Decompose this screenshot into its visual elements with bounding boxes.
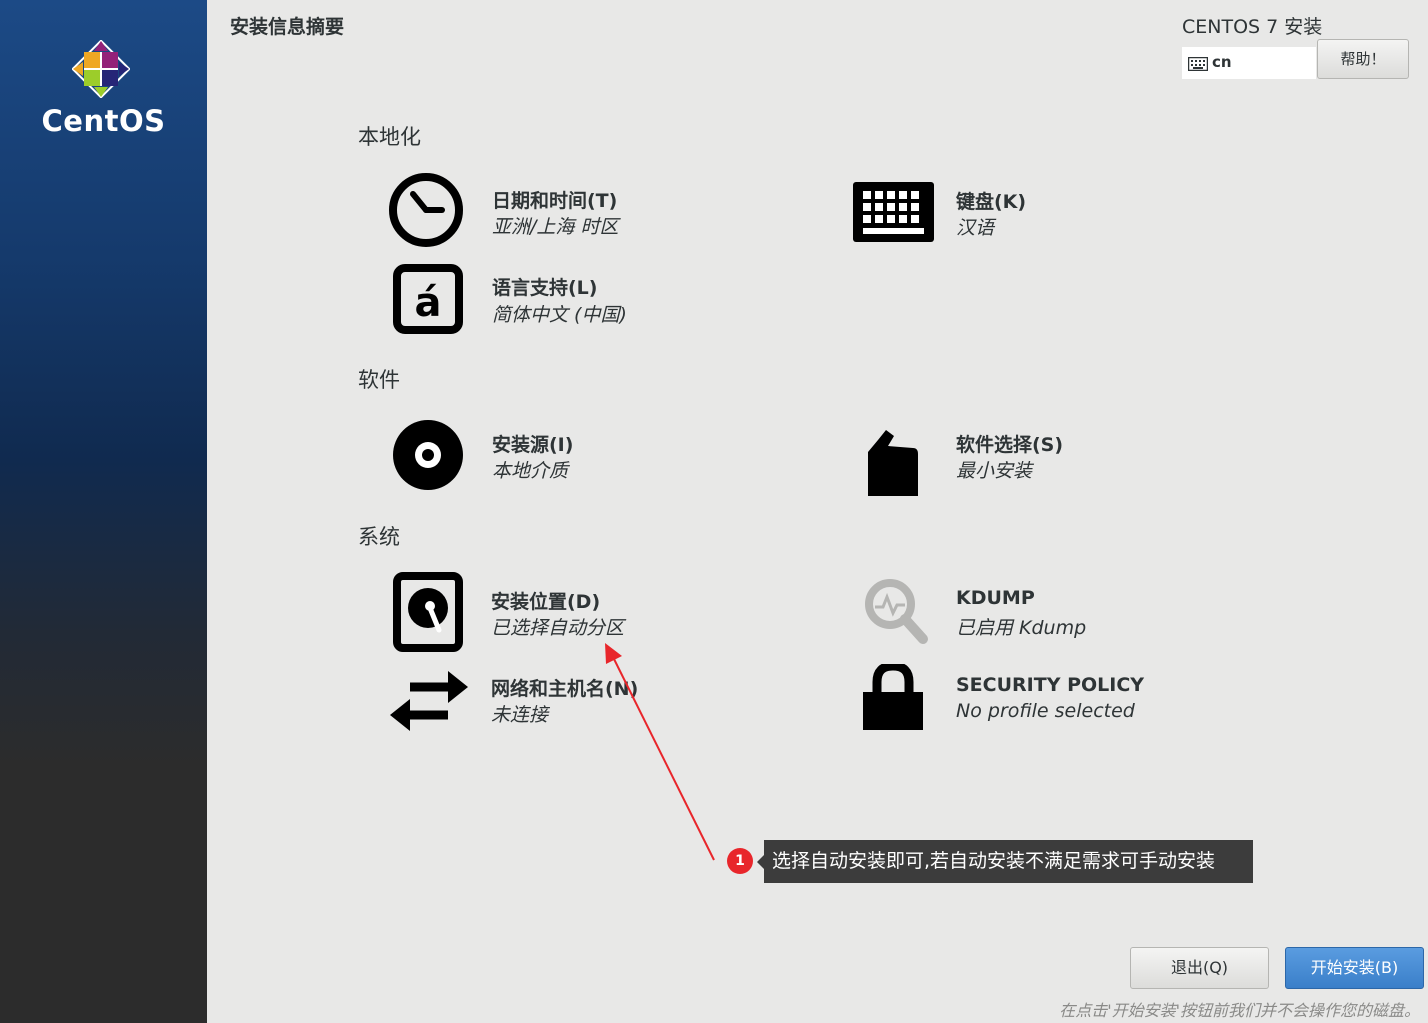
magnifier-icon [865, 579, 928, 644]
help-button[interactable]: 帮助！ [1317, 39, 1409, 79]
page-title: 安装信息摘要 [230, 16, 345, 38]
spoke-network-status: 未连接 [491, 704, 549, 726]
spoke-kdump-title: KDUMP [956, 587, 1035, 609]
category-software: 软件 [358, 368, 400, 392]
spoke-network-title: 网络和主机名(N) [491, 678, 639, 700]
spoke-language-status: 简体中文 (中国) [492, 304, 627, 326]
category-localization: 本地化 [358, 125, 421, 149]
spoke-source-status: 本地介质 [492, 460, 569, 482]
language-icon: á [393, 264, 463, 334]
spoke-security-status: No profile selected [956, 700, 1135, 722]
disc-icon [393, 420, 463, 490]
footer-warning: 在点击'开始安装'按钮前我们并不会操作您的磁盘。 [1059, 1001, 1420, 1020]
spoke-source-title: 安装源(I) [492, 434, 574, 456]
lock-icon [863, 664, 923, 730]
spoke-storage-title: 安装位置(D) [491, 591, 601, 613]
spoke-keyboard-status: 汉语 [956, 217, 995, 239]
spoke-language-title: 语言支持(L) [492, 277, 598, 299]
annotation-text: 选择自动安装即可,若自动安装不满足需求可手动安装 [764, 840, 1253, 883]
network-arrows-icon [390, 671, 468, 731]
begin-installation-button[interactable]: 开始安装(B) [1285, 947, 1424, 989]
clock-icon [389, 173, 463, 247]
annotation-pointer [757, 855, 764, 869]
keyboard-icon [853, 182, 934, 242]
keyboard-layout-label: cn [1212, 53, 1232, 71]
svg-text:á: á [415, 280, 442, 326]
spoke-storage-status: 已选择自动分区 [491, 617, 625, 639]
spoke-software-selection-status: 最小安装 [956, 460, 1033, 482]
centos-logo-text: CentOS [41, 104, 166, 138]
package-icon [868, 430, 918, 496]
annotation-number-badge: 1 [727, 848, 753, 874]
spoke-keyboard-title: 键盘(K) [956, 191, 1027, 213]
product-title: CENTOS 7 安装 [1182, 16, 1323, 38]
keyboard-small-icon [1188, 57, 1208, 71]
spoke-datetime-status: 亚洲/上海 时区 [492, 216, 619, 238]
spoke-software-selection-title: 软件选择(S) [956, 434, 1064, 456]
harddisk-icon [393, 572, 463, 652]
sidebar: CentOS [0, 0, 207, 1023]
quit-button[interactable]: 退出(Q) [1130, 947, 1269, 989]
spoke-security-title: SECURITY POLICY [956, 674, 1145, 696]
centos-logo-icon [72, 40, 130, 98]
keyboard-layout-indicator[interactable]: cn [1182, 47, 1316, 79]
spoke-datetime-title: 日期和时间(T) [492, 190, 618, 212]
spoke-kdump-status: 已启用 Kdump [956, 617, 1087, 639]
category-system: 系统 [358, 525, 400, 549]
